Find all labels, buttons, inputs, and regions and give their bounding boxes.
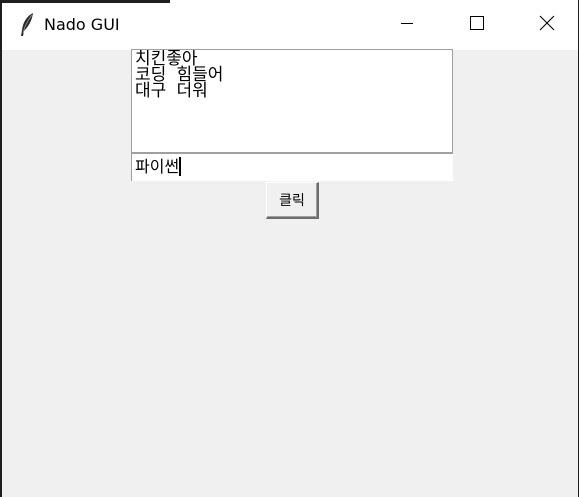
window-title: Nado GUI: [44, 15, 120, 34]
close-button[interactable]: [524, 0, 570, 50]
entry-value: 파이썬: [135, 157, 180, 176]
minimize-icon: [400, 16, 414, 35]
click-button[interactable]: 클릭: [266, 182, 319, 219]
text-cursor: [179, 157, 182, 176]
maximize-button[interactable]: [454, 0, 500, 50]
feather-icon: [17, 12, 37, 38]
minimize-button[interactable]: [384, 0, 430, 50]
title-bar[interactable]: Nado GUI: [2, 0, 578, 50]
window-edge-strip: [0, 0, 170, 3]
maximize-icon: [469, 15, 485, 36]
close-icon: [539, 15, 555, 36]
text-entry[interactable]: 파이썬: [131, 153, 453, 181]
text-box[interactable]: 치킨좋아 코딩 힘들어 대구 더워: [131, 49, 453, 153]
app-window: Nado GUI 치킨좋아 코딩 힘들어 대구 더워 파이썬 클릭: [0, 0, 579, 497]
